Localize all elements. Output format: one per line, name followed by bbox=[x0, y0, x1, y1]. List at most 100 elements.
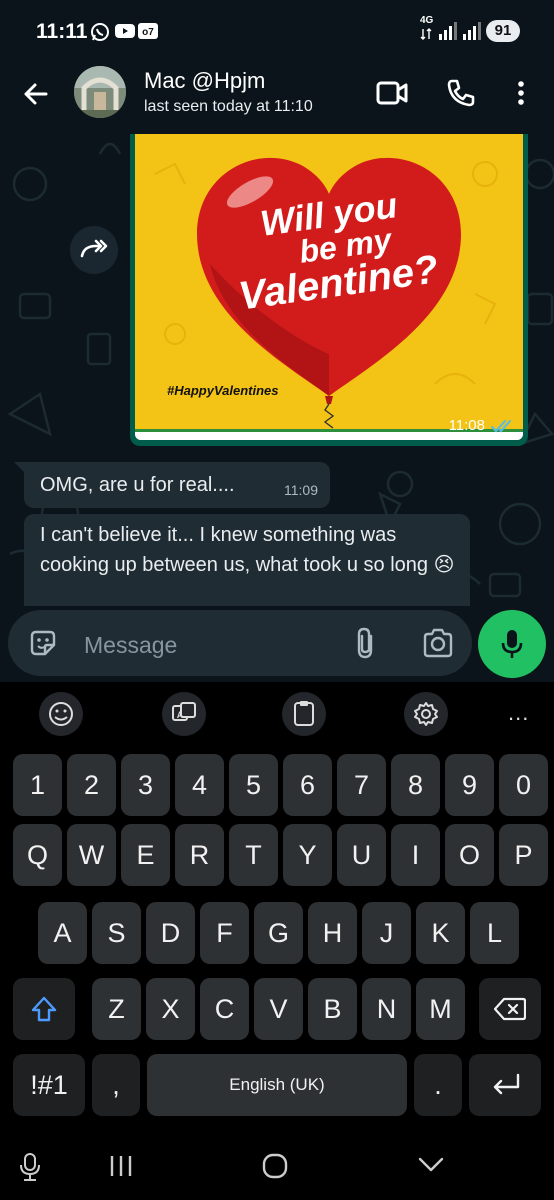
more-options-icon[interactable] bbox=[516, 78, 526, 108]
back-arrow-icon[interactable] bbox=[22, 80, 50, 108]
clipboard-button[interactable] bbox=[282, 692, 326, 736]
incoming-message-bubble[interactable]: I can't believe it... I knew something w… bbox=[24, 514, 470, 606]
youtube-notification-icon bbox=[115, 24, 135, 38]
message-text: OMG, are u for real.... bbox=[40, 474, 235, 496]
emoji-icon bbox=[49, 702, 73, 726]
read-receipt-icon bbox=[491, 420, 511, 433]
enter-key[interactable] bbox=[469, 1054, 541, 1116]
chat-messages[interactable]: Will you be my Valentine? #HappyValentin… bbox=[0, 134, 554, 606]
key-f[interactable]: F bbox=[200, 902, 249, 964]
message-input[interactable]: Message bbox=[8, 610, 472, 676]
image-hashtag: #HappyValentines bbox=[167, 383, 279, 398]
key-1[interactable]: 1 bbox=[13, 754, 62, 816]
key-m[interactable]: M bbox=[416, 978, 465, 1040]
camera-icon[interactable] bbox=[422, 628, 454, 658]
system-navigation-bar bbox=[0, 1136, 554, 1200]
key-g[interactable]: G bbox=[254, 902, 303, 964]
status-time: 11:11 bbox=[36, 20, 88, 43]
image-message-bubble[interactable]: Will you be my Valentine? #HappyValentin… bbox=[130, 134, 528, 446]
key-6[interactable]: 6 bbox=[283, 754, 332, 816]
key-t[interactable]: T bbox=[229, 824, 278, 886]
key-v[interactable]: V bbox=[254, 978, 303, 1040]
key-r[interactable]: R bbox=[175, 824, 224, 886]
voice-input-icon[interactable] bbox=[18, 1152, 42, 1182]
shift-key[interactable] bbox=[13, 978, 75, 1040]
shift-icon bbox=[31, 996, 57, 1022]
keyboard-toolbar: A ... bbox=[0, 682, 554, 746]
clipboard-icon bbox=[294, 701, 314, 726]
message-composer: Message bbox=[0, 606, 554, 682]
svg-text:o7: o7 bbox=[142, 27, 154, 38]
voice-call-icon[interactable] bbox=[446, 78, 476, 108]
gear-icon bbox=[414, 702, 438, 726]
space-key[interactable]: English (UK) bbox=[147, 1054, 407, 1116]
comma-key[interactable]: , bbox=[92, 1054, 140, 1116]
key-c[interactable]: C bbox=[200, 978, 249, 1040]
data-arrows-icon bbox=[420, 28, 432, 40]
microphone-icon bbox=[501, 630, 523, 658]
key-p[interactable]: P bbox=[499, 824, 548, 886]
whatsapp-notification-icon bbox=[91, 23, 109, 41]
key-b[interactable]: B bbox=[308, 978, 357, 1040]
message-text: I can't believe it... I knew something w… bbox=[40, 524, 455, 576]
forward-button[interactable] bbox=[70, 226, 118, 274]
key-7[interactable]: 7 bbox=[337, 754, 386, 816]
key-5[interactable]: 5 bbox=[229, 754, 278, 816]
key-q[interactable]: Q bbox=[13, 824, 62, 886]
emoji-keyboard-button[interactable] bbox=[39, 692, 83, 736]
network-type: 4G bbox=[420, 15, 434, 26]
key-i[interactable]: I bbox=[391, 824, 440, 886]
key-u[interactable]: U bbox=[337, 824, 386, 886]
key-d[interactable]: D bbox=[146, 902, 195, 964]
video-call-icon[interactable] bbox=[376, 78, 408, 108]
attach-icon[interactable] bbox=[354, 626, 376, 660]
message-time: 11:08 bbox=[448, 417, 485, 434]
translate-icon: A bbox=[172, 702, 196, 721]
signal-icon bbox=[439, 22, 457, 40]
battery-indicator: 91 bbox=[486, 20, 520, 42]
translate-button[interactable]: A bbox=[162, 692, 206, 736]
on-screen-keyboard: 1 2 3 4 5 6 7 8 9 0 Q W E R T Y U I O P … bbox=[0, 746, 554, 1136]
backspace-icon bbox=[494, 997, 526, 1021]
key-2[interactable]: 2 bbox=[67, 754, 116, 816]
key-3[interactable]: 3 bbox=[121, 754, 170, 816]
voice-message-button[interactable] bbox=[478, 610, 546, 678]
toolbar-more-button[interactable]: ... bbox=[508, 700, 529, 726]
backspace-key[interactable] bbox=[479, 978, 541, 1040]
contact-avatar[interactable] bbox=[74, 66, 126, 118]
recent-apps-icon[interactable] bbox=[108, 1154, 134, 1178]
key-l[interactable]: L bbox=[470, 902, 519, 964]
keyboard-settings-button[interactable] bbox=[404, 692, 448, 736]
key-0[interactable]: 0 bbox=[499, 754, 548, 816]
key-k[interactable]: K bbox=[416, 902, 465, 964]
key-x[interactable]: X bbox=[146, 978, 195, 1040]
symbols-key[interactable]: !#1 bbox=[13, 1054, 85, 1116]
sticker-icon[interactable] bbox=[28, 628, 58, 658]
contact-last-seen[interactable]: last seen today at 11:10 bbox=[144, 98, 313, 116]
key-a[interactable]: A bbox=[38, 902, 87, 964]
key-z[interactable]: Z bbox=[92, 978, 141, 1040]
incoming-message-bubble[interactable]: OMG, are u for real.... 11:09 bbox=[24, 462, 330, 508]
key-y[interactable]: Y bbox=[283, 824, 332, 886]
chat-header: Mac @Hpjm last seen today at 11:10 bbox=[0, 62, 554, 134]
key-e[interactable]: E bbox=[121, 824, 170, 886]
app-notification-icon: o7 bbox=[138, 23, 158, 39]
valentine-image[interactable]: Will you be my Valentine? #HappyValentin… bbox=[135, 134, 523, 440]
key-s[interactable]: S bbox=[92, 902, 141, 964]
signal-icon-2 bbox=[463, 22, 481, 40]
message-placeholder: Message bbox=[84, 632, 178, 658]
forward-icon bbox=[80, 239, 108, 258]
key-4[interactable]: 4 bbox=[175, 754, 224, 816]
key-j[interactable]: J bbox=[362, 902, 411, 964]
hide-keyboard-icon[interactable] bbox=[418, 1156, 444, 1174]
home-icon[interactable] bbox=[262, 1153, 288, 1179]
key-8[interactable]: 8 bbox=[391, 754, 440, 816]
period-key[interactable]: . bbox=[414, 1054, 462, 1116]
key-h[interactable]: H bbox=[308, 902, 357, 964]
key-9[interactable]: 9 bbox=[445, 754, 494, 816]
key-o[interactable]: O bbox=[445, 824, 494, 886]
svg-text:A: A bbox=[177, 710, 184, 720]
key-w[interactable]: W bbox=[67, 824, 116, 886]
key-n[interactable]: N bbox=[362, 978, 411, 1040]
contact-name[interactable]: Mac @Hpjm bbox=[144, 68, 265, 94]
